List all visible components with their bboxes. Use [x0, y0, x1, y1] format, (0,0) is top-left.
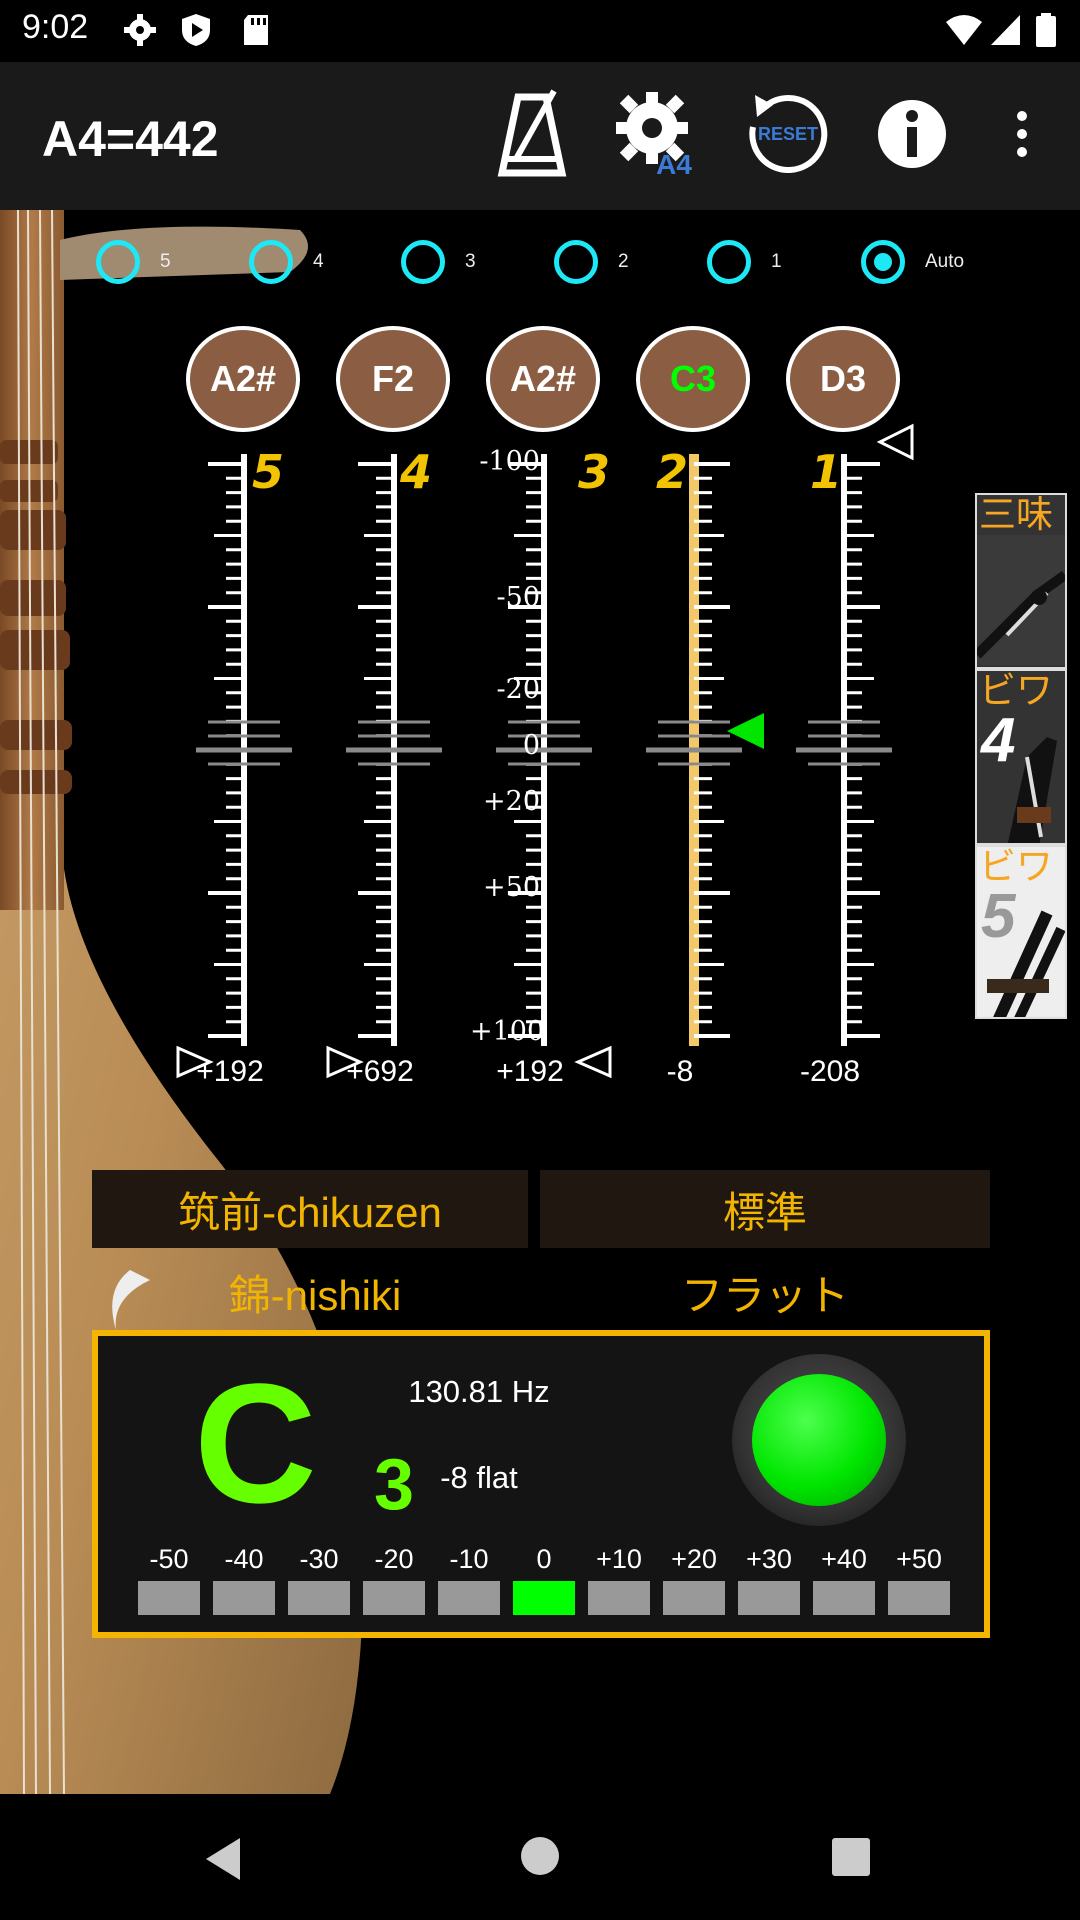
- scale-label: +20: [483, 786, 540, 817]
- settings-status-icon: [124, 14, 156, 46]
- instrument-tabs: 三味 ビワ 4 ビワ 5: [975, 493, 1067, 1019]
- metronome-button[interactable]: [482, 84, 582, 184]
- meter-cell: [813, 1581, 875, 1615]
- instrument-tab-biwa-4[interactable]: ビワ 4: [975, 669, 1067, 845]
- meter-cell-active: [513, 1581, 575, 1615]
- scale-label: +50: [483, 872, 540, 903]
- scale-label: -100: [479, 446, 540, 477]
- detected-note-panel: C 3 130.81 Hz -8 flat -50 -40 -30 -20 -10 0 +1…: [92, 1330, 990, 1638]
- cell-signal-icon: [991, 15, 1020, 45]
- navigation-bar: [0, 1794, 1080, 1920]
- gear-a4-icon: A4: [616, 92, 692, 180]
- cents-readout-2: -8: [666, 1055, 694, 1088]
- meter-cell: [738, 1581, 800, 1615]
- meter-cell: [288, 1581, 350, 1615]
- instrument-tab-shamisen[interactable]: 三味: [975, 493, 1067, 669]
- scale-label: -50: [496, 582, 540, 613]
- shield-play-icon: [182, 14, 210, 46]
- tuning-scales: 5 4 3 2 1: [176, 423, 914, 1079]
- meter-label: +20: [671, 1544, 717, 1574]
- cents-readout-5: +192: [196, 1055, 264, 1088]
- biwa-5-icon: [987, 910, 1065, 1017]
- instrument-tab-title: 三味: [979, 494, 1053, 535]
- frequency-readout: 130.81 Hz: [408, 1374, 550, 1409]
- in-tune-light-core: [752, 1374, 886, 1506]
- a4-label: A4: [656, 149, 692, 180]
- meter-label: -30: [299, 1544, 339, 1574]
- reset-icon: RESET: [749, 95, 828, 173]
- sd-card-icon: [244, 15, 268, 45]
- meter-label: -10: [449, 1544, 489, 1574]
- tuning-value-label: フラット: [680, 1272, 849, 1319]
- scale-label: +100: [470, 1016, 545, 1047]
- scale-label: 0: [522, 730, 540, 761]
- cents-readout-3: +192: [496, 1055, 564, 1088]
- info-icon: [878, 100, 946, 168]
- app-bar: A4=442 A4 RESET: [0, 62, 1080, 210]
- meter-cell: [363, 1581, 425, 1615]
- a4-settings-button[interactable]: A4: [608, 84, 708, 184]
- back-icon[interactable]: [200, 1834, 250, 1884]
- overflow-menu-button[interactable]: [972, 84, 1072, 184]
- reset-label: RESET: [758, 124, 818, 144]
- deviation-readout: -8 flat: [440, 1460, 518, 1495]
- style-value-label: 錦-nishiki: [228, 1272, 402, 1319]
- cents-readout-1: -208: [799, 1055, 861, 1088]
- shamisen-icon: [977, 535, 1065, 665]
- meter-label: +10: [596, 1544, 642, 1574]
- cents-readout-4: +692: [346, 1055, 414, 1088]
- string-number-5: 5: [252, 445, 284, 499]
- home-icon[interactable]: [518, 1834, 562, 1878]
- string-number-3: 3: [578, 445, 610, 499]
- scale-label: -20: [496, 674, 540, 705]
- meter-label: 0: [536, 1544, 552, 1574]
- meter-label: -40: [224, 1544, 264, 1574]
- meter-label: -20: [374, 1544, 414, 1574]
- tuner-main: 5 4 3 2 1 Auto A2# F2 A2# C3 D3 5 4 3 2 …: [0, 210, 1080, 1794]
- detected-note: C: [194, 1349, 317, 1539]
- meter-cell: [213, 1581, 275, 1615]
- info-button[interactable]: [862, 84, 962, 184]
- meter-cell: [888, 1581, 950, 1615]
- meter-label: +30: [746, 1544, 792, 1574]
- meter-cell: [138, 1581, 200, 1615]
- offscale-marker-icon: [876, 423, 914, 461]
- recents-icon[interactable]: [830, 1836, 872, 1878]
- meter-label: -50: [149, 1544, 189, 1574]
- more-vert-icon: [1017, 111, 1027, 157]
- in-tune-indicator-light: [732, 1354, 906, 1526]
- reset-button[interactable]: RESET: [736, 84, 836, 184]
- meter-label: +40: [821, 1544, 867, 1574]
- metronome-icon: [497, 89, 567, 177]
- app-title[interactable]: A4=442: [42, 110, 219, 168]
- biwa-4-icon: [1007, 737, 1057, 843]
- string-number-4: 4: [399, 445, 432, 499]
- style-select-button[interactable]: 筑前-chikuzen: [92, 1170, 528, 1248]
- status-bar: 9:02: [0, 0, 1080, 62]
- tuning-needle-icon: [727, 713, 764, 749]
- meter-cell: [663, 1581, 725, 1615]
- meter-cell: [588, 1581, 650, 1615]
- tuning-select-button[interactable]: 標準: [540, 1170, 990, 1248]
- instrument-tab-biwa-5[interactable]: ビワ 5: [975, 845, 1067, 1019]
- status-time: 9:02: [22, 8, 89, 46]
- meter-label: +50: [896, 1544, 942, 1574]
- battery-icon: [1036, 13, 1056, 47]
- string-number-2: 2: [656, 445, 688, 499]
- string-number-1: 1: [810, 445, 842, 499]
- wifi-icon: [946, 15, 982, 45]
- scale-group: [196, 454, 892, 1046]
- meter-cell: [438, 1581, 500, 1615]
